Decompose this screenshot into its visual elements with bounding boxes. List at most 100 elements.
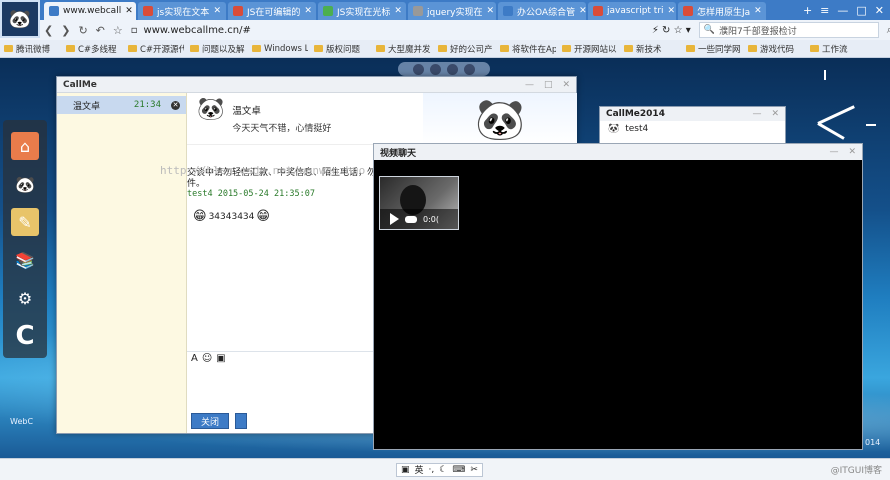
- logo-c-icon[interactable]: C: [11, 321, 39, 351]
- bookmark-item[interactable]: Windows Li: [252, 44, 308, 54]
- folder-icon: [314, 45, 323, 52]
- volume-icon[interactable]: [405, 215, 417, 223]
- home-icon[interactable]: ⌂: [11, 132, 39, 160]
- folder-icon: [686, 45, 695, 52]
- url-field[interactable]: ▫ www.webcallme.cn/# ⚡ ↻ ☆ ▾: [131, 22, 691, 38]
- contact-item[interactable]: 温文卓 21:34 ✕: [57, 96, 186, 114]
- contact-item[interactable]: 🐼 test4: [600, 121, 785, 137]
- minimize-icon[interactable]: —: [837, 4, 848, 17]
- tab-label: 怎样用原生Ja: [697, 7, 751, 18]
- play-icon[interactable]: [390, 213, 399, 225]
- bookmark-label: C#开源源代: [140, 44, 184, 55]
- minimize-icon[interactable]: —: [752, 109, 761, 119]
- search-input[interactable]: 🔍 濮阳7千部登报检讨: [698, 22, 879, 38]
- bookmark-item[interactable]: 开源网站以: [562, 43, 618, 55]
- minimize-icon[interactable]: —: [829, 147, 838, 157]
- tab-close-icon[interactable]: ✕: [754, 6, 762, 16]
- browser-avatar[interactable]: 🐼: [0, 0, 40, 38]
- desktop-label-left: WebC: [10, 417, 34, 426]
- folder-icon: [190, 45, 199, 52]
- ime-mode[interactable]: 英: [415, 463, 424, 476]
- maximize-icon[interactable]: □: [856, 4, 866, 17]
- video-preview[interactable]: 0:0(: [379, 176, 459, 230]
- bookmark-item[interactable]: 新技术: [624, 43, 680, 55]
- video-titlebar[interactable]: 视频聊天 — ✕: [374, 144, 862, 160]
- bookmark-item[interactable]: 工作流: [810, 43, 866, 55]
- close-button[interactable]: 关闭: [191, 413, 229, 429]
- tab-close-icon[interactable]: ✕: [213, 6, 221, 16]
- minimize-icon[interactable]: —: [525, 80, 534, 90]
- tab-close-icon[interactable]: ✕: [394, 6, 402, 16]
- punct-icon[interactable]: ·,: [429, 465, 435, 475]
- undo-icon[interactable]: ↶: [96, 24, 105, 37]
- url-text: www.webcallme.cn/#: [143, 24, 251, 36]
- notes-icon[interactable]: ✎: [11, 208, 39, 236]
- close-icon[interactable]: ✕: [562, 80, 570, 90]
- back-icon[interactable]: ❮: [44, 24, 53, 37]
- bookmark-label: 问题以及解: [202, 44, 245, 55]
- contact-list: 温文卓 21:34 ✕: [57, 93, 187, 433]
- bookmark-item[interactable]: 问题以及解: [190, 43, 246, 55]
- address-tools: ⚡ ↻ ☆ ▾: [651, 24, 691, 36]
- keyboard-icon[interactable]: ⌨: [452, 465, 465, 475]
- callme2014-titlebar[interactable]: CallMe2014 — ✕: [600, 107, 785, 121]
- tab-label: JS在可编辑的: [247, 7, 301, 18]
- emoji-icon[interactable]: ☺: [202, 353, 212, 364]
- panda-icon: 🐼: [608, 124, 620, 134]
- maximize-icon[interactable]: □: [544, 80, 553, 90]
- taskbar: ▣ 英 ·, ☾ ⌨ ✂ @ITGUI博客: [0, 458, 890, 480]
- send-button[interactable]: [235, 413, 247, 429]
- bookmark-item[interactable]: 大型魔并发: [376, 43, 432, 55]
- close-icon[interactable]: ✕: [848, 147, 856, 157]
- bookmark-star-icon[interactable]: ☆: [113, 24, 123, 37]
- bookmark-item[interactable]: 游戏代码: [748, 43, 804, 55]
- image-icon[interactable]: ▣: [216, 353, 225, 364]
- tab-close-icon[interactable]: ✕: [486, 6, 494, 16]
- video-chat-window: 视频聊天 — ✕ 0:0(: [373, 143, 863, 450]
- close-icon[interactable]: ✕: [875, 4, 884, 17]
- menu-icon[interactable]: ≡: [820, 4, 829, 17]
- bookmark-item[interactable]: 版权问题: [314, 43, 370, 55]
- callme-titlebar[interactable]: CallMe — □ ✕: [57, 77, 576, 93]
- bookmark-item[interactable]: C#开源源代: [128, 43, 184, 55]
- tab-7[interactable]: 怎样用原生Ja ✕: [678, 2, 766, 20]
- folder-icon: [4, 45, 13, 52]
- tab-close-icon[interactable]: ✕: [125, 6, 133, 16]
- close-icon[interactable]: ✕: [771, 109, 779, 119]
- close-chat-icon[interactable]: ✕: [171, 100, 180, 110]
- panda-icon[interactable]: 🐼: [11, 170, 39, 198]
- tab-label: javascript tri: [607, 6, 664, 16]
- reload-icon[interactable]: ↻: [78, 24, 87, 37]
- bookmark-item[interactable]: 一些同学网: [686, 43, 742, 55]
- bookmark-label: 好的公司产: [450, 44, 493, 55]
- books-icon[interactable]: 📚: [11, 246, 39, 274]
- tab-3[interactable]: JS实现在光标 ✕: [318, 2, 406, 20]
- tab-2[interactable]: JS在可编辑的 ✕: [228, 2, 316, 20]
- tab-5[interactable]: 办公OA综合管 ✕: [498, 2, 586, 20]
- bookmarks-bar: 腾讯微博 C#多线程 C#开源源代 问题以及解 Windows Li 版权问题 大型魔并发 好…: [0, 40, 890, 58]
- tool-icon[interactable]: ✂: [470, 465, 478, 475]
- forward-icon[interactable]: ❯: [61, 24, 70, 37]
- panda-banner-icon: 🐼: [423, 93, 577, 145]
- tab-6[interactable]: javascript tri ✕: [588, 2, 676, 20]
- moon-icon[interactable]: ☾: [439, 465, 447, 475]
- font-icon[interactable]: A: [191, 353, 198, 364]
- pager-dots[interactable]: [398, 62, 490, 76]
- tab-4[interactable]: jquery实现在 ✕: [408, 2, 496, 20]
- settings-icon[interactable]: ⚙: [11, 284, 39, 312]
- bookmark-item[interactable]: 腾讯微博: [4, 43, 60, 55]
- tab-0[interactable]: www.webcall ✕: [44, 2, 136, 20]
- left-dock: ⌂ 🐼 ✎ 📚 ⚙ C: [3, 120, 47, 358]
- tab-1[interactable]: js实现在文本 ✕: [138, 2, 226, 20]
- bookmark-item[interactable]: C#多线程: [66, 43, 122, 55]
- tab-close-icon[interactable]: ✕: [304, 6, 312, 16]
- new-tab-icon[interactable]: +: [803, 4, 812, 17]
- ime-toolbar[interactable]: ▣ 英 ·, ☾ ⌨ ✂: [396, 462, 483, 477]
- tab-close-icon[interactable]: ✕: [579, 6, 586, 16]
- tab-close-icon[interactable]: ✕: [668, 6, 676, 16]
- bookmark-item[interactable]: 好的公司产: [438, 43, 494, 55]
- tab-label: 办公OA综合管: [517, 7, 576, 18]
- bookmark-item[interactable]: 将软件在Ap: [500, 43, 556, 55]
- favicon-icon: [413, 6, 423, 16]
- folder-icon: [500, 45, 509, 52]
